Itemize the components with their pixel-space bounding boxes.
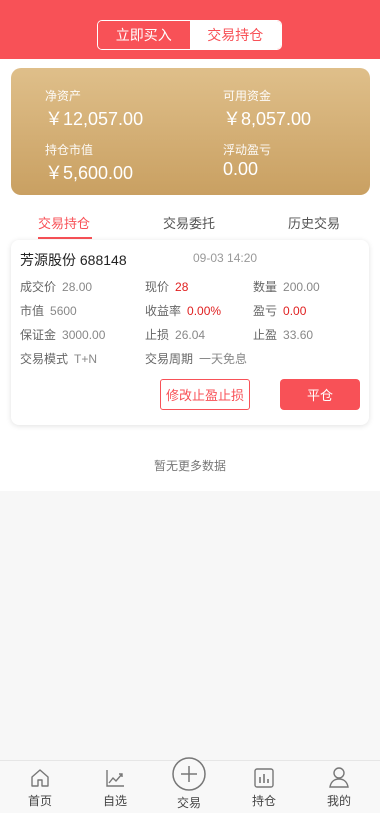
margin-cell: 保证金 3000.00 <box>20 328 106 342</box>
tabbar-label-home: 首页 <box>27 794 52 808</box>
sub-tabs: 交易持仓 交易委托 历史交易 <box>0 205 380 239</box>
buy-now-tab[interactable]: 立即买入 <box>98 21 190 49</box>
tabbar-item-trade[interactable]: 交易 <box>159 757 219 813</box>
take-profit-cell: 止盈 33.60 <box>253 328 314 342</box>
current-price-cell: 现价 28 <box>145 280 189 294</box>
market-value-value: ￥5,600.00 <box>45 163 134 183</box>
holdings-tab[interactable]: 交易持仓 <box>189 21 281 49</box>
net-asset-label: 净资产 <box>45 89 82 103</box>
net-asset-value: ￥12,057.00 <box>45 109 144 129</box>
tabbar-label-holdings: 持仓 <box>251 794 276 808</box>
home-icon <box>29 767 51 794</box>
tabbar-label-mine: 我的 <box>326 794 351 808</box>
tabbar-label-watchlist: 自选 <box>102 794 127 808</box>
tabbar-label-trade: 交易 <box>176 796 201 810</box>
top-header: 立即买入 交易持仓 <box>0 0 380 59</box>
position-card: 芳源股份 688148 09-03 14:20 成交价 28.00 现价 28 数量… <box>11 240 369 425</box>
asset-summary-card: 净资产 ￥12,057.00 可用资金 ￥8,057.00 持仓市值 ￥5,60… <box>11 68 370 195</box>
tabbar-item-mine[interactable]: 我的 <box>309 761 369 813</box>
tabbar-item-holdings[interactable]: 持仓 <box>234 761 294 813</box>
deal-price-cell: 成交价 28.00 <box>20 280 93 294</box>
tab-orders[interactable]: 交易委托 <box>163 213 215 232</box>
quantity-cell: 数量 200.00 <box>253 280 320 294</box>
bottom-tabbar: 首页 自选 交易 持仓 我的 <box>0 757 380 813</box>
return-rate-cell: 收益率 0.00% <box>145 304 222 318</box>
stop-loss-cell: 止损 26.04 <box>145 328 206 342</box>
floating-pl-value: 0.00 <box>223 159 259 179</box>
stock-name: 芳源股份 688148 <box>20 252 127 268</box>
market-value-label: 持仓市值 <box>45 143 94 157</box>
tab-history[interactable]: 历史交易 <box>288 213 340 232</box>
floating-pl-label: 浮动盈亏 <box>223 143 272 157</box>
tab-holdings[interactable]: 交易持仓 <box>38 213 90 232</box>
profit-loss-cell: 盈亏 0.00 <box>253 304 307 318</box>
trade-period-cell: 交易周期 一天免息 <box>145 352 248 366</box>
tabbar-item-watchlist[interactable]: 自选 <box>85 761 145 813</box>
plus-circle-icon <box>171 756 207 797</box>
trade-mode-cell: 交易模式 T+N <box>20 352 98 366</box>
tabbar-item-home[interactable]: 首页 <box>10 761 70 813</box>
bar-chart-icon <box>253 767 275 794</box>
no-more-data-text: 暂无更多数据 <box>153 459 226 473</box>
chart-trend-icon <box>104 767 126 794</box>
trade-time: 09-03 14:20 <box>193 251 258 265</box>
segment-control: 立即买入 交易持仓 <box>97 20 282 50</box>
active-tab-indicator <box>38 237 92 239</box>
market-value-cell: 市值 5600 <box>20 304 77 318</box>
available-funds-value: ￥8,057.00 <box>223 109 312 129</box>
available-funds-label: 可用资金 <box>223 89 272 103</box>
close-position-button[interactable]: 平仓 <box>280 379 360 410</box>
modify-stop-button[interactable]: 修改止盈止损 <box>160 379 250 410</box>
user-icon <box>328 766 350 793</box>
